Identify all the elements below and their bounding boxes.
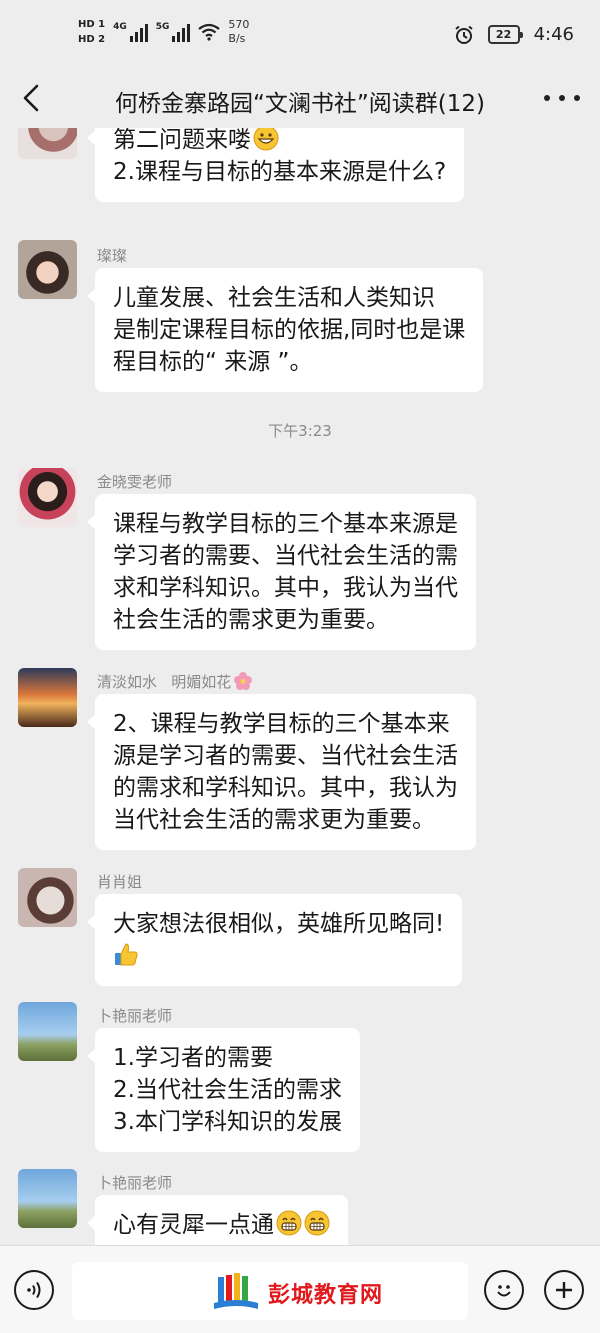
message-text: 是制定课程目标的依据,同时也是课	[113, 317, 466, 343]
back-button[interactable]	[16, 82, 46, 114]
voice-icon	[27, 1281, 41, 1299]
emoji-button[interactable]	[484, 1270, 524, 1310]
sender-name: 清淡如水 明媚如花	[97, 673, 232, 691]
sender-name: 璨璨	[97, 247, 128, 265]
message-text: 心有灵犀一点通	[113, 1212, 274, 1238]
avatar[interactable]	[18, 128, 77, 159]
avatar[interactable]	[18, 468, 77, 527]
plus-icon	[556, 1282, 572, 1298]
chat-title: 何桥金寨路园“文澜书社”阅读群(12)	[114, 91, 486, 117]
message-text: 儿童发展、社会生活和人类知识	[113, 285, 435, 311]
avatar[interactable]	[18, 1169, 77, 1228]
message-text: 1.学习者的需要	[113, 1045, 273, 1071]
message-text: 学习者的需要、当代社会生活的需	[113, 543, 458, 569]
avatar[interactable]	[18, 240, 77, 299]
alarm-icon	[454, 25, 473, 44]
more-dot-icon	[544, 95, 550, 101]
flower-emoji	[234, 672, 253, 690]
thumbs-up-emoji	[115, 943, 138, 966]
hd2-indicator: HD 2	[78, 33, 106, 45]
network-speed: 570 B/s	[228, 18, 249, 46]
clock: 4:46	[533, 24, 574, 45]
voice-button[interactable]	[14, 1270, 54, 1310]
message-text: 求和学科知识。其中，我认为当代	[113, 575, 458, 601]
book-logo-icon	[214, 1273, 258, 1309]
speed-unit: B/s	[228, 32, 246, 45]
message-bubble[interactable]: 大家想法很相似，英雄所见略同!	[86, 894, 463, 986]
watermark-logo: 彭城教育网	[212, 1273, 383, 1313]
chevron-left-icon	[23, 84, 39, 112]
more-dot-icon	[574, 95, 580, 101]
sender-name-row: 清淡如水 明媚如花	[97, 671, 253, 692]
avatar[interactable]	[18, 668, 77, 727]
more-button[interactable]	[544, 88, 580, 108]
status-left: HD 1 HD 2 4G 5G 570 B/s	[78, 18, 249, 46]
message-bubble[interactable]: 课程与教学目标的三个基本来源是 学习者的需要、当代社会生活的需 求和学科知识。其…	[87, 494, 476, 650]
more-dot-icon	[559, 95, 565, 101]
message-text: 源是学习者的需要、当代社会生活	[113, 743, 458, 769]
chat-history[interactable]: 第二问题来喽 2.课程与目标的基本来源是什么? 璨璨 儿童发展、社会生活和人类知…	[0, 128, 600, 1245]
smiley-icon	[497, 1285, 511, 1297]
sender-name: 金晓雯老师	[97, 473, 173, 491]
nav-bar: 何桥金寨路园“文澜书社”阅读群(12)	[0, 70, 600, 128]
signal-4g-icon: 4G	[113, 22, 148, 42]
sender-name: 肖肖姐	[97, 873, 143, 891]
sender-name: 卜艳丽老师	[97, 1174, 173, 1192]
avatar[interactable]	[18, 868, 77, 927]
message-text: 第二问题来喽	[113, 128, 251, 153]
avatar[interactable]	[18, 1002, 77, 1061]
grin-emoji	[304, 1210, 330, 1236]
wifi-icon	[198, 23, 221, 41]
message-bubble[interactable]: 2、课程与教学目标的三个基本来 源是学习者的需要、当代社会生活 的需求和学科知识…	[87, 694, 476, 850]
more-functions-button[interactable]	[544, 1270, 584, 1310]
hd-indicators: HD 1 HD 2	[78, 19, 105, 46]
message-text: 2.课程与目标的基本来源是什么?	[113, 159, 447, 185]
message-text: 2.当代社会生活的需求	[113, 1077, 342, 1103]
time-separator: 下午3:23	[268, 422, 332, 440]
message-bubble[interactable]: 1.学习者的需要 2.当代社会生活的需求 3.本门学科知识的发展	[87, 1028, 360, 1152]
status-bar: HD 1 HD 2 4G 5G 570 B/s 22 4:46	[0, 0, 600, 70]
message-text: 大家想法很相似，英雄所见略同!	[113, 911, 445, 937]
battery-icon: 22	[487, 25, 523, 44]
net1-label: 4G	[113, 22, 127, 32]
message-text: 当代社会生活的需求更为重要。	[113, 807, 435, 833]
message-bubble[interactable]: 儿童发展、社会生活和人类知识 是制定课程目标的依据,同时也是课 程目标的“ 来源…	[86, 268, 484, 392]
message-bubble[interactable]: 第二问题来喽 2.课程与目标的基本来源是什么?	[86, 128, 465, 202]
message-text: 课程与教学目标的三个基本来源是	[113, 511, 458, 537]
message-text: 程目标的“ 来源 ”。	[113, 349, 313, 375]
message-text: 的需求和学科知识。其中，我认为	[113, 775, 458, 801]
sender-name: 卜艳丽老师	[97, 1007, 173, 1025]
grin-emoji	[253, 128, 279, 151]
grin-emoji	[276, 1210, 302, 1236]
speed-value: 570	[228, 18, 250, 31]
message-text: 社会生活的需求更为重要。	[113, 607, 389, 633]
message-bubble[interactable]: 心有灵犀一点通	[87, 1195, 348, 1245]
signal-5g-icon: 5G	[156, 22, 191, 42]
hd1-indicator: HD 1	[78, 18, 106, 30]
watermark-text: 彭城教育网	[268, 1283, 384, 1308]
message-text: 3.本门学科知识的发展	[113, 1109, 342, 1135]
net2-label: 5G	[155, 22, 170, 32]
status-right: 22 4:46	[454, 24, 574, 45]
message-text: 2、课程与教学目标的三个基本来	[113, 711, 450, 737]
